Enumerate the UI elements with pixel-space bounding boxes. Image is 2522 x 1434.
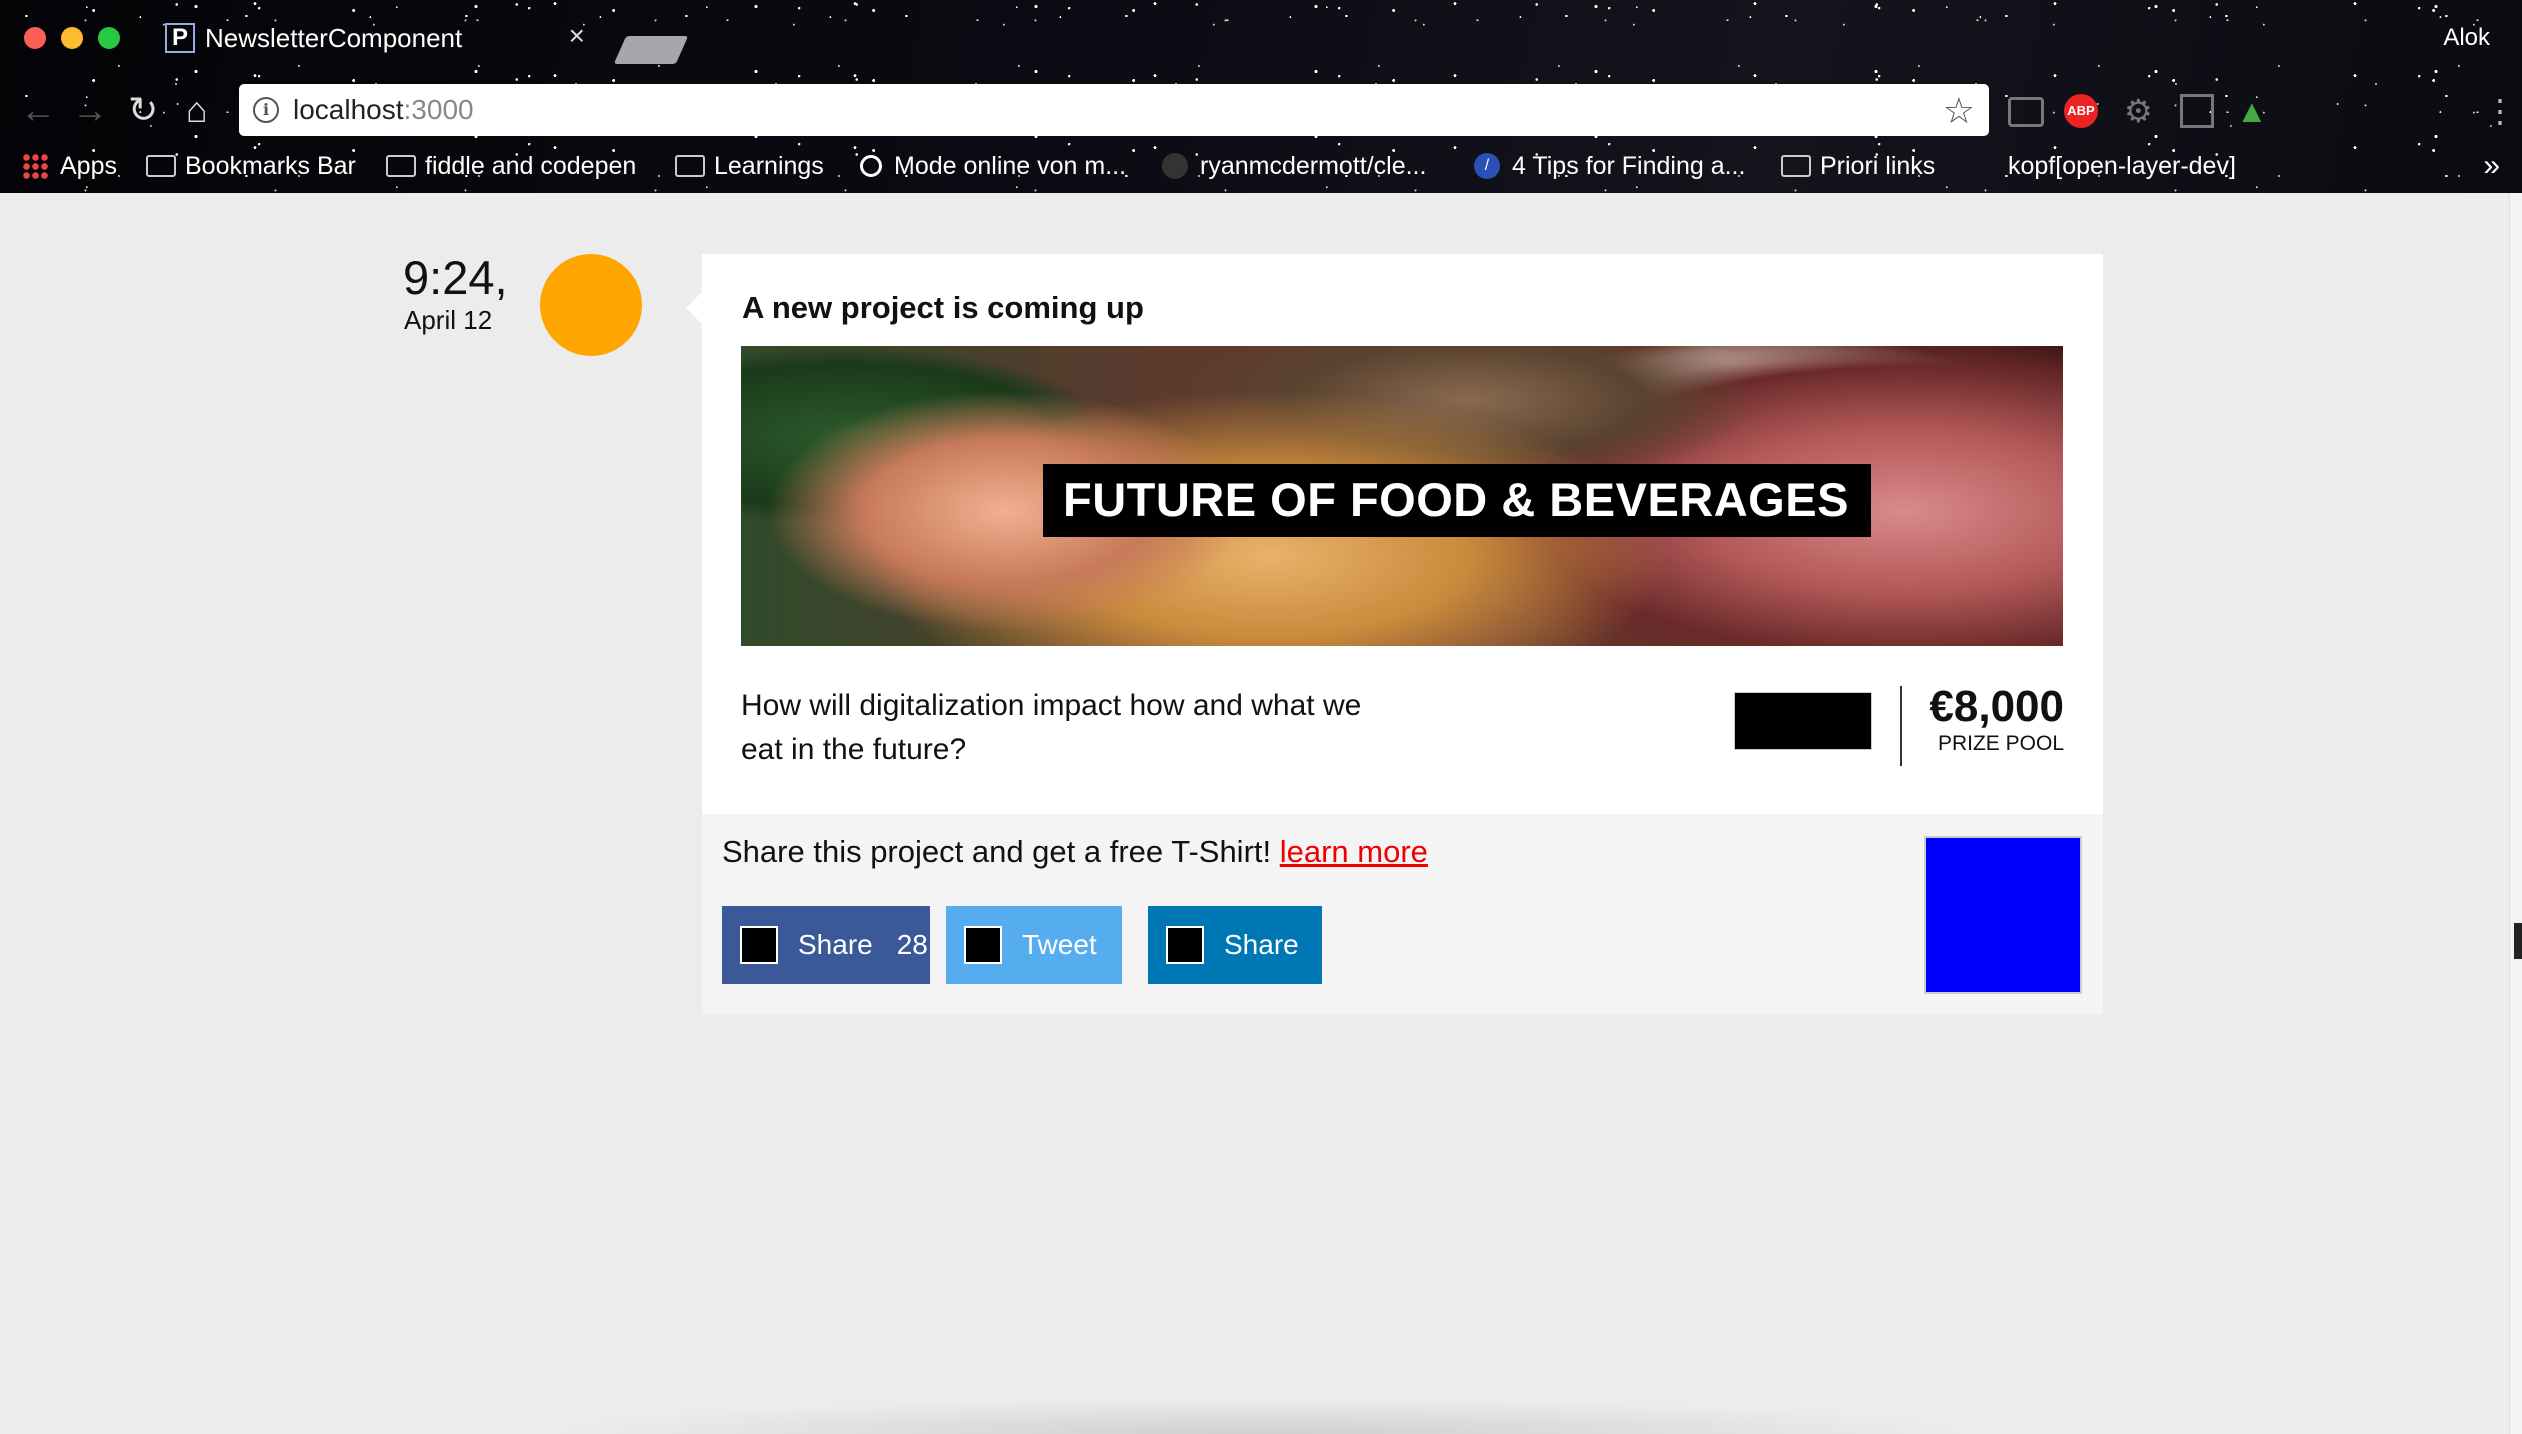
- prize-amount: €8,000: [1929, 682, 2064, 731]
- apps-grid-icon: [22, 153, 48, 179]
- share-message: Share this project and get a free T-Shir…: [722, 834, 1280, 869]
- prize-label: PRIZE POOL: [1937, 732, 2064, 755]
- divider: [1900, 686, 1902, 766]
- bookmarks-overflow-icon[interactable]: »: [2483, 146, 2500, 186]
- new-tab-button[interactable]: [613, 36, 689, 64]
- close-window-button[interactable]: [24, 27, 46, 49]
- folder-icon: [1781, 155, 1811, 177]
- url-host: localhost: [293, 94, 404, 125]
- address-bar[interactable]: i localhost :3000 ☆: [239, 84, 1989, 136]
- bookmark-fiddle-and-codepen[interactable]: fiddle and codepen: [386, 146, 636, 186]
- facebook-share-button[interactable]: Share 28: [722, 906, 930, 984]
- facebook-share-label: Share: [798, 929, 873, 960]
- hero-label: FUTURE OF FOOD & BEVERAGES: [1043, 464, 1871, 537]
- extension-gear-icon[interactable]: ⚙: [2124, 94, 2158, 128]
- minimize-window-button[interactable]: [61, 27, 83, 49]
- newsletter-card: A new project is coming up FUTURE OF FOO…: [702, 254, 2103, 1014]
- profile-name[interactable]: Alok: [2443, 24, 2490, 52]
- linkedin-share-label: Share: [1224, 929, 1299, 960]
- bookmark-label: kopf[open-layer-dev]: [2008, 151, 2236, 180]
- bookmark-kopf[interactable]: kopf[open-layer-dev]: [2008, 146, 2236, 186]
- placeholder-box: [1734, 692, 1872, 750]
- tweet-label: Tweet: [1022, 929, 1097, 960]
- tab-favicon-icon: P: [165, 23, 195, 53]
- bookmark-bookmarks-bar[interactable]: Bookmarks Bar: [146, 146, 356, 186]
- folder-icon: [146, 155, 176, 177]
- facebook-icon: [740, 926, 778, 964]
- next-card-shadow: [370, 1360, 2150, 1434]
- adblock-icon[interactable]: ABP: [2064, 94, 2098, 128]
- share-text: Share this project and get a free T-Shir…: [722, 834, 1428, 870]
- url-port: :3000: [403, 94, 474, 125]
- bookmark-apps[interactable]: Apps: [22, 146, 117, 186]
- bookmark-ryanmcdermott[interactable]: ryanmcdermott/cle...: [1162, 146, 1426, 186]
- reload-icon[interactable]: ↻: [128, 92, 158, 128]
- extension-box-icon[interactable]: [2180, 94, 2214, 128]
- linkedin-icon: [1166, 926, 1204, 964]
- tshirt-image-placeholder: [1924, 836, 2082, 994]
- browser-menu-icon[interactable]: ⋮: [2484, 94, 2518, 128]
- bookmark-priori-links[interactable]: Priori links: [1781, 146, 1935, 186]
- card-title: A new project is coming up: [742, 290, 1144, 325]
- bookmark-4-tips[interactable]: / 4 Tips for Finding a...: [1474, 146, 1745, 186]
- forward-arrow-icon[interactable]: →: [72, 92, 108, 128]
- site-info-icon[interactable]: i: [253, 97, 279, 123]
- tab-title: NewsletterComponent: [205, 22, 463, 53]
- bookmark-mode-online[interactable]: Mode online von m...: [860, 146, 1126, 186]
- ring-icon: [860, 155, 882, 177]
- bookmark-label: fiddle and codepen: [425, 151, 637, 180]
- browser-tab[interactable]: P NewsletterComponent ×: [165, 18, 605, 58]
- bookmark-label: Mode online von m...: [894, 151, 1127, 180]
- tab-close-icon[interactable]: ×: [569, 20, 585, 52]
- hero-image[interactable]: FUTURE OF FOOD & BEVERAGES: [741, 346, 2063, 646]
- maximize-window-button[interactable]: [98, 27, 120, 49]
- project-question: How will digitalization impact how and w…: [741, 689, 1362, 766]
- scroll-thumb[interactable]: [2514, 923, 2522, 959]
- bookmark-label: ryanmcdermott/cle...: [1200, 151, 1427, 180]
- tweet-button[interactable]: Tweet: [946, 906, 1122, 984]
- site-icon: /: [1474, 153, 1500, 179]
- post-time: 9:24,: [403, 251, 508, 304]
- bookmark-label: 4 Tips for Finding a...: [1512, 151, 1746, 180]
- share-panel: Share this project and get a free T-Shir…: [702, 814, 2103, 1014]
- twitter-icon: [964, 926, 1002, 964]
- avatar: [540, 254, 642, 356]
- folder-icon: [675, 155, 705, 177]
- home-icon[interactable]: ⌂: [186, 92, 208, 128]
- bookmark-label: Learnings: [714, 151, 824, 180]
- bookmark-label: Apps: [60, 151, 117, 180]
- facebook-share-count: 28: [896, 929, 928, 960]
- bookmark-label: Bookmarks Bar: [185, 151, 356, 180]
- browser-chrome: P NewsletterComponent × Alok ← → ↻ ⌂ i l…: [0, 0, 2522, 193]
- bookmarks-bar: Apps Bookmarks Bar fiddle and codepen Le…: [0, 146, 2522, 186]
- bookmark-label: Priori links: [1820, 151, 1936, 180]
- linkedin-share-button[interactable]: Share: [1148, 906, 1322, 984]
- scrollbar[interactable]: [2509, 193, 2522, 1434]
- post-date: April 12: [404, 305, 493, 335]
- github-icon: [1162, 153, 1188, 179]
- bookmark-learnings[interactable]: Learnings: [675, 146, 824, 186]
- back-arrow-icon[interactable]: ←: [20, 92, 56, 128]
- cast-icon[interactable]: [2008, 97, 2044, 127]
- card-pointer: [686, 292, 702, 324]
- learn-more-link[interactable]: learn more: [1280, 834, 1428, 869]
- extension-tree-icon[interactable]: ▲: [2236, 94, 2270, 128]
- bookmark-star-icon[interactable]: ☆: [1943, 90, 1975, 132]
- folder-icon: [386, 155, 416, 177]
